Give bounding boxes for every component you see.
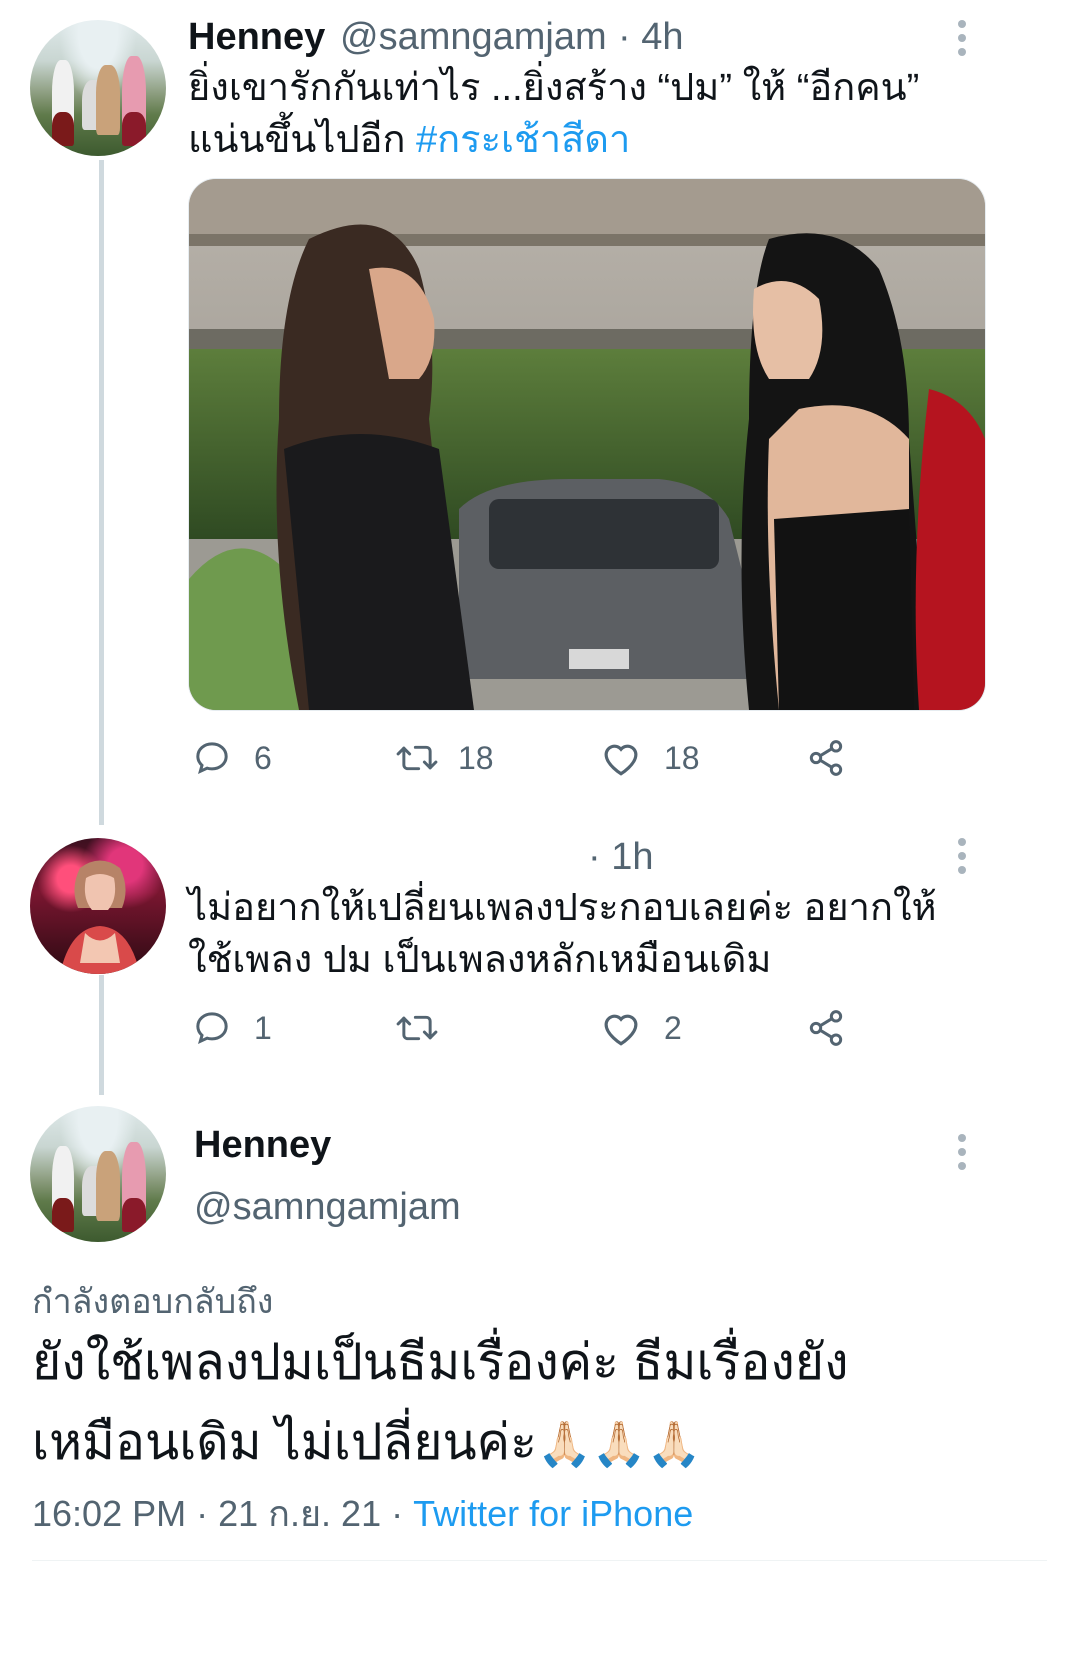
author-name[interactable]: Henney [188,16,325,59]
like-count: 2 [664,1009,682,1046]
tweet-text-fragment: แน่นขึ้นไปอีก [188,119,417,161]
meta-separator: · [391,1493,414,1534]
share-button[interactable] [806,1008,846,1048]
retweet-icon [396,745,438,771]
like-button[interactable]: 2 [600,1008,682,1048]
tweet-meta: 16:02 PM · 21 ก.ย. 21 · Twitter for iPho… [32,1485,693,1542]
tweet-date: 21 ก.ย. 21 [218,1493,382,1534]
like-icon [604,744,638,776]
author-name[interactable]: Henney [194,1124,331,1167]
more-icon[interactable] [958,20,970,62]
tweet-text-line: เหมือนเดิม ไม่เปลี่ยนค่ะ🙏🏻🙏🏻🙏🏻 [32,1402,1042,1485]
source-link[interactable]: Twitter for iPhone [413,1493,693,1534]
avatar-image [60,860,140,974]
tweet-text-line: ยิ่งเขารักกันเท่าไร ...ยิ่งสร้าง “ปม” ให… [188,67,920,109]
tweet-text-line: ไม่อยากให้เปลี่ยนเพลงประกอบเลยค่ะ อยากให… [188,887,937,929]
author-handle[interactable]: @samngamjam [340,16,607,59]
tweet-text-fragment: เหมือนเดิม ไม่เปลี่ยนค่ะ [32,1414,537,1470]
tweet-text-line: ยังใช้เพลงปมเป็นธีมเรื่องค่ะ ธีมเรื่องยั… [32,1334,849,1390]
tweet-text-line: ใช้เพลง ปม เป็นเพลงหลักเหมือนเดิม [188,939,772,981]
tweet-text: ยังใช้เพลงปมเป็นธีมเรื่องค่ะ ธีมเรื่องยั… [32,1322,1042,1485]
avatar[interactable] [30,20,166,156]
tweet-text-line: แน่นขึ้นไปอีก #กระเช้าสีดา [188,114,988,166]
thread-line [99,160,104,825]
more-icon[interactable] [958,838,970,880]
avatar[interactable] [30,838,166,974]
share-icon [809,740,843,776]
tweet-text: ไม่อยากให้เปลี่ยนเพลงประกอบเลยค่ะ อยากให… [188,882,988,986]
retweet-icon [396,1015,438,1041]
tweet-time: · 4h [618,16,684,58]
like-icon [604,1014,638,1046]
tweet-photo[interactable] [188,178,986,711]
photo-scene [189,179,985,710]
divider [32,1560,1047,1561]
retweet-button[interactable] [394,1008,440,1048]
tweet-text: ยิ่งเขารักกันเท่าไร ...ยิ่งสร้าง “ปม” ให… [188,62,988,166]
reply-count: 1 [254,1009,272,1046]
emoji: 🙏🏻🙏🏻🙏🏻 [536,1420,702,1469]
reply-button[interactable]: 6 [192,738,272,778]
replying-to-label: กำลังตอบกลับถึง [32,1283,274,1321]
reply-icon [196,742,228,775]
tweet-time: 16:02 PM [32,1493,187,1534]
avatar[interactable] [30,1106,166,1242]
reply-icon [196,1012,228,1045]
like-count: 18 [664,739,700,776]
reply-button[interactable]: 1 [192,1008,272,1048]
author-handle[interactable]: @samngamjam [194,1186,461,1229]
reply-count: 6 [254,739,272,776]
retweet-button[interactable]: 18 [394,738,494,778]
tweet-time: · 1h [588,836,654,878]
thread-line [99,975,104,1095]
hashtag-link[interactable]: #กระเช้าสีดา [416,119,630,161]
more-icon[interactable] [958,1134,970,1176]
share-button[interactable] [806,738,846,778]
like-button[interactable]: 18 [600,738,700,778]
share-icon [809,1010,843,1046]
meta-separator: · [196,1493,219,1534]
retweet-count: 18 [458,739,494,776]
